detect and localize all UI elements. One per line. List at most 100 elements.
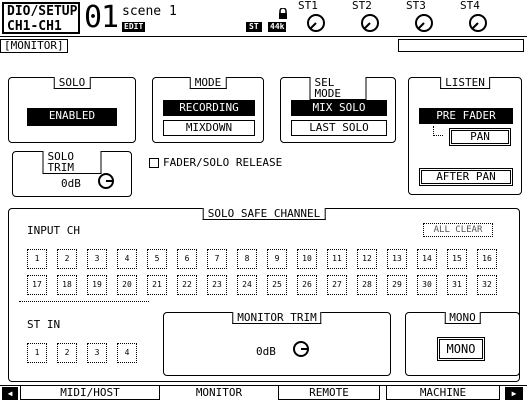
input-channel-safe-button[interactable]: 12 (357, 249, 377, 269)
solo-title: SOLO (53, 77, 91, 89)
input-channel-safe-button[interactable]: 17 (27, 275, 47, 295)
function-name: DIO/SETUP (7, 4, 78, 19)
input-channel-safe-button[interactable]: 23 (207, 275, 227, 295)
knob-icon (361, 14, 379, 32)
input-channel-safe-button[interactable]: 11 (327, 249, 347, 269)
tab-machine[interactable]: MACHINE (386, 386, 500, 400)
st3-knob[interactable]: ST3 (406, 0, 456, 36)
st1-label: ST1 (298, 0, 318, 12)
header-bar: DIO/SETUP CH1-CH1 01 scene 1 EDIT ST 44k… (0, 0, 527, 36)
st2-label: ST2 (352, 0, 372, 12)
function-box: DIO/SETUP CH1-CH1 (2, 2, 80, 34)
sel-mode-mix-solo-button[interactable]: MIX SOLO (291, 100, 387, 116)
st-in-channel-safe-button[interactable]: 2 (57, 343, 77, 363)
fs-badge: 44k (268, 22, 287, 32)
tab-label: MACHINE (419, 386, 467, 399)
mono-group: MONO MONO (405, 312, 520, 376)
section-label: [MONITOR] (0, 39, 68, 53)
input-channel-safe-button[interactable]: 19 (87, 275, 107, 295)
input-channel-safe-button[interactable]: 26 (297, 275, 317, 295)
solo-trim-title: SOLO TRIM (42, 151, 102, 174)
knob-icon (307, 14, 325, 32)
input-channel-safe-button[interactable]: 1 (27, 249, 47, 269)
mono-button[interactable]: MONO (437, 337, 485, 361)
input-channel-safe-button[interactable]: 2 (57, 249, 77, 269)
sel-mode-group: SEL MODE MIX SOLO LAST SOLO (280, 77, 396, 143)
pan-branch-line (433, 126, 443, 136)
input-channel-safe-button[interactable]: 28 (357, 275, 377, 295)
input-channel-safe-button[interactable]: 3 (87, 249, 107, 269)
input-ch-label: INPUT CH (27, 224, 80, 237)
fader-solo-release-checkbox[interactable] (149, 158, 159, 168)
listen-title: LISTEN (440, 77, 490, 89)
input-channel-safe-button[interactable]: 24 (237, 275, 257, 295)
st-in-channel-safe-button[interactable]: 1 (27, 343, 47, 363)
st-knob-group: ST1 ST2 ST3 ST4 (292, 0, 527, 36)
input-channel-safe-button[interactable]: 13 (387, 249, 407, 269)
input-channel-safe-button[interactable]: 30 (417, 275, 437, 295)
solo-trim-knob[interactable] (97, 172, 115, 190)
listen-group: LISTEN PRE FADER PAN AFTER PAN (408, 77, 522, 195)
mode-group: MODE RECORDING MIXDOWN (152, 77, 264, 143)
tab-monitor[interactable]: MONITOR (166, 386, 272, 400)
st4-label: ST4 (460, 0, 480, 12)
sel-mode-last-solo-button[interactable]: LAST SOLO (291, 120, 387, 136)
input-channel-safe-button[interactable]: 7 (207, 249, 227, 269)
listen-pre-fader-button[interactable]: PRE FADER (419, 108, 513, 124)
st-in-label: ST IN (27, 318, 61, 331)
input-channel-safe-button[interactable]: 6 (177, 249, 197, 269)
knob-icon (415, 14, 433, 32)
input-channel-safe-button[interactable]: 32 (477, 275, 497, 295)
listen-pan-button[interactable]: PAN (449, 128, 511, 146)
st-badge: ST (246, 22, 262, 32)
input-channel-safe-button[interactable]: 18 (57, 275, 77, 295)
monitor-trim-group: MONITOR TRIM 0dB (163, 312, 391, 376)
monitor-trim-title: MONITOR TRIM (232, 312, 322, 324)
edit-badge: EDIT (122, 22, 146, 32)
tab-scroll-right[interactable]: ▶ (505, 387, 523, 400)
all-clear-button[interactable]: ALL CLEAR (423, 223, 493, 237)
input-channel-safe-button[interactable]: 15 (447, 249, 467, 269)
input-channel-safe-button[interactable]: 9 (267, 249, 287, 269)
mono-title: MONO (444, 312, 481, 324)
listen-after-pan-button[interactable]: AFTER PAN (419, 168, 513, 186)
tab-bar: ◀ MIDI/HOST MONITOR REMOTE MACHINE ▶ (0, 385, 527, 400)
input-channel-safe-button[interactable]: 22 (177, 275, 197, 295)
st-in-channel-safe-button[interactable]: 3 (87, 343, 107, 363)
knob-icon (98, 173, 114, 189)
st-in-channel-safe-button[interactable]: 4 (117, 343, 137, 363)
input-channel-safe-button[interactable]: 14 (417, 249, 437, 269)
scene-label: scene 1 (122, 4, 177, 19)
input-channel-safe-button[interactable]: 16 (477, 249, 497, 269)
tab-remote[interactable]: REMOTE (278, 386, 380, 400)
mode-recording-button[interactable]: RECORDING (163, 100, 255, 116)
st3-label: ST3 (406, 0, 426, 12)
solo-group: SOLO ENABLED (8, 77, 136, 143)
solo-trim-value: 0dB (61, 177, 81, 190)
input-channel-safe-button[interactable]: 29 (387, 275, 407, 295)
input-channel-safe-button[interactable]: 5 (147, 249, 167, 269)
monitor-trim-value: 0dB (256, 345, 276, 358)
tab-label: MONITOR (195, 386, 243, 399)
title-field (398, 39, 524, 52)
tab-label: MIDI/HOST (60, 386, 120, 399)
tab-midi-host[interactable]: MIDI/HOST (20, 386, 160, 400)
input-channel-safe-button[interactable]: 25 (267, 275, 287, 295)
input-channel-safe-button[interactable]: 4 (117, 249, 137, 269)
fader-solo-release-label: FADER/SOLO RELEASE (163, 156, 283, 169)
input-channel-safe-button[interactable]: 10 (297, 249, 317, 269)
st4-knob[interactable]: ST4 (460, 0, 520, 36)
input-channel-safe-button[interactable]: 8 (237, 249, 257, 269)
mode-title: MODE (189, 77, 227, 89)
monitor-trim-knob[interactable] (292, 340, 310, 358)
header-divider (0, 36, 527, 37)
input-channel-safe-button[interactable]: 27 (327, 275, 347, 295)
input-channel-safe-button[interactable]: 31 (447, 275, 467, 295)
st2-knob[interactable]: ST2 (352, 0, 402, 36)
input-channel-safe-button[interactable]: 21 (147, 275, 167, 295)
solo-enabled-button[interactable]: ENABLED (27, 108, 117, 126)
tab-scroll-left[interactable]: ◀ (2, 387, 18, 400)
input-channel-safe-button[interactable]: 20 (117, 275, 137, 295)
mode-mixdown-button[interactable]: MIXDOWN (163, 120, 255, 136)
st1-knob[interactable]: ST1 (298, 0, 348, 36)
